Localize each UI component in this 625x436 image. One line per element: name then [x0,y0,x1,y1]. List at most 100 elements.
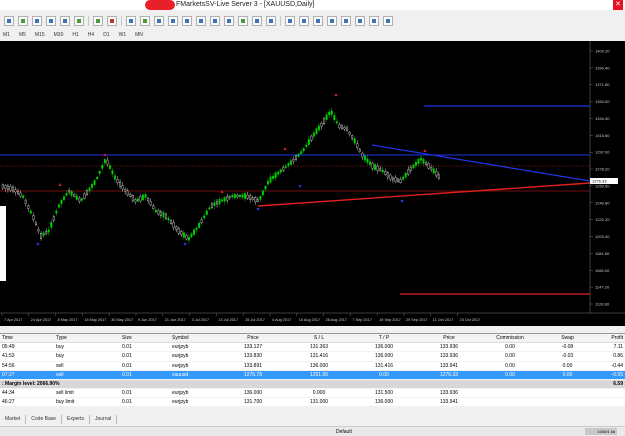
tab-experts[interactable]: Experts [62,414,90,424]
candle-bearish [376,165,379,171]
col-current-price[interactable]: Price [418,335,480,341]
col-size[interactable]: Size [106,335,156,341]
cell-time: 54:56 [2,362,15,369]
table-row[interactable]: 54:56 sell 0.01 eurjpyb 133.891 136.000 … [0,362,625,371]
candle-bullish [198,222,201,228]
tile-windows-icon[interactable] [196,16,206,26]
time-axis-label: 4 Aug 2017 [272,318,291,322]
candle-bearish [399,179,402,183]
cell-current-price: 133.936 [439,390,459,397]
col-swap[interactable]: Swap [540,335,595,341]
indicators-icon[interactable] [238,16,248,26]
table-row-selected[interactable]: 07:27 sell 0.01 xauusd 1275.78 1291.00 0… [0,370,625,380]
table-row[interactable]: 05:49 buy 0.01 eurjpyb 133.127 131.363 1… [0,343,625,353]
equidistant-channel-icon[interactable] [355,16,365,26]
fibonacci-icon[interactable] [369,16,379,26]
candle-bullish [264,185,267,190]
close-window-button[interactable]: ✕ [613,0,623,10]
zoom-in-icon[interactable] [168,16,178,26]
periods-icon[interactable] [252,16,262,26]
candle-bearish [407,169,410,175]
price-scale-label: 1297.00 [595,150,610,155]
candle-bearish [1,184,4,189]
timeframe-d1[interactable]: D1 [102,32,110,38]
timeframe-w1[interactable]: W1 [118,32,128,38]
bar-chart-icon[interactable] [126,16,136,26]
pending-order-row[interactable]: 44:34 sell limit 0.01 eurjpyb 136.000 0.… [0,389,625,399]
col-commission[interactable]: Commission [480,335,540,341]
fractal-down-marker [183,243,187,246]
candle-bullish [182,232,185,238]
candle-bearish [254,197,257,203]
cell-profit: -0.44 [611,362,623,369]
cell-time: 07:27 [2,371,15,378]
candle-bearish [116,179,119,183]
candle-bearish [397,178,400,182]
candle-bullish [297,153,300,157]
new-chart-icon[interactable] [4,16,14,26]
candle-bullish [318,125,320,131]
col-type[interactable]: Type [40,335,106,341]
market-watch-icon[interactable] [18,16,28,26]
col-tp[interactable]: T / P [350,335,418,341]
autotrading-icon[interactable] [107,16,117,26]
navigator-icon[interactable] [46,16,56,26]
price-scale-label: 1371.80 [595,82,610,87]
candle-bullish [315,128,318,135]
candle-bullish [289,160,292,165]
tab-journal[interactable]: Journal [90,414,118,424]
data-window-icon[interactable] [32,16,42,26]
price-chart[interactable]: 1409.20 1390.40 1371.80 1353.00 1334.40 1315.… [0,41,625,326]
candle-bullish [57,204,60,208]
candle-bullish [136,198,139,202]
table-row[interactable]: 41:53 buy 0.01 eurjpyb 133.830 131.416 1… [0,352,625,362]
tab-code-base[interactable]: Code Base [26,414,63,424]
new-order-icon[interactable] [93,16,103,26]
cell-tp: 131.416 [374,362,394,369]
col-price[interactable]: Price [218,335,288,341]
candle-bullish [96,176,99,180]
horizontal-line-icon[interactable] [327,16,337,26]
candle-bearish [68,190,71,193]
timeframe-m1[interactable]: M1 [2,32,11,38]
timeframe-h1[interactable]: H1 [71,32,79,38]
time-axis-label: 18 May 2017 [84,318,106,322]
crosshair-icon[interactable] [299,16,309,26]
zoom-out-icon[interactable] [182,16,192,26]
autoscroll-icon[interactable] [210,16,220,26]
pending-order-row[interactable]: 46:27 buy limit 0.01 eurjpyb 131.700 131… [0,398,625,408]
cell-tp: 136.000 [374,353,394,360]
tester-icon[interactable] [74,16,84,26]
candle-bearish [236,194,239,198]
line-chart-icon[interactable] [154,16,164,26]
col-profit[interactable]: Profit [595,335,625,341]
tab-market[interactable]: Market [0,414,27,424]
col-sl[interactable]: S / L [288,335,350,341]
timeframe-m15[interactable]: M15 [34,32,46,38]
templates-icon[interactable] [266,16,276,26]
col-symbol[interactable]: Symbol [156,335,218,341]
chart-shift-icon[interactable] [224,16,234,26]
cell-price: 133.830 [243,353,263,360]
candle-bullish [402,176,405,180]
candlestick-chart-icon[interactable] [140,16,150,26]
col-time[interactable]: Time [0,335,40,341]
timeframe-mn[interactable]: MN [134,32,144,38]
red-ascending-trendline [257,182,591,207]
timeframe-h4[interactable]: H4 [87,32,95,38]
text-tool-icon[interactable] [383,16,393,26]
vertical-line-icon[interactable] [313,16,323,26]
trendline-icon[interactable] [341,16,351,26]
cell-profit: 7.11 [613,344,623,351]
candle-bullish [55,210,58,214]
candle-bearish [384,171,387,175]
time-axis-label: 9 Jun 2017 [138,318,157,322]
timeframe-m30[interactable]: M30 [53,32,65,38]
cursor-icon[interactable] [285,16,295,26]
cell-current-price: 1276.33 [439,371,459,378]
terminal-icon[interactable] [60,16,70,26]
candle-bullish [300,151,303,155]
chart-canvas[interactable]: 1409.20 1390.40 1371.80 1353.00 1334.40 1315.… [0,41,625,326]
candle-bullish [328,111,331,116]
timeframe-m5[interactable]: M5 [18,32,27,38]
